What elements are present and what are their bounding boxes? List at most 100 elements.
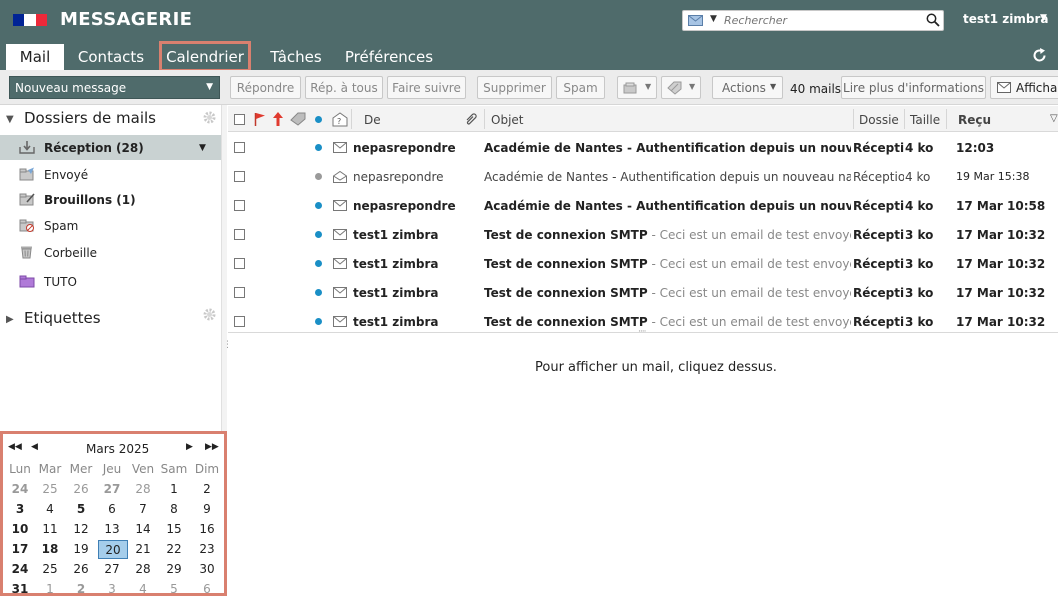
row-checkbox[interactable] xyxy=(234,142,245,153)
calendar-day[interactable]: 27 xyxy=(97,480,127,499)
unread-dot-icon[interactable] xyxy=(315,202,322,209)
folder-trash[interactable]: Corbeille xyxy=(0,240,221,265)
calendar-day[interactable]: 24 xyxy=(5,560,35,579)
move-button[interactable]: ▼ xyxy=(617,76,657,99)
calendar-day[interactable]: 22 xyxy=(159,540,189,559)
search-input[interactable] xyxy=(724,12,924,29)
calendar-day[interactable]: 13 xyxy=(97,520,127,539)
folder-tuto[interactable]: TUTO xyxy=(0,269,221,294)
calendar-day[interactable]: 3 xyxy=(97,580,127,596)
row-checkbox[interactable] xyxy=(234,258,245,269)
folder-drafts[interactable]: Brouillons (1) xyxy=(0,187,221,212)
user-menu[interactable]: test1 zimbra xyxy=(963,12,1049,26)
column-received[interactable]: Reçu xyxy=(958,113,991,127)
column-folder[interactable]: Dossie xyxy=(859,113,899,127)
calendar-day[interactable]: 15 xyxy=(159,520,189,539)
calendar-day[interactable]: 16 xyxy=(192,520,222,539)
calendar-day[interactable]: 21 xyxy=(128,540,158,559)
mail-scope-icon[interactable] xyxy=(688,15,703,26)
previous-month-icon[interactable]: ◀ xyxy=(31,442,38,452)
calendar-day[interactable]: 9 xyxy=(192,500,222,519)
calendar-day[interactable]: 19 xyxy=(66,540,96,559)
calendar-day[interactable]: 28 xyxy=(128,480,158,499)
actions-button[interactable]: Actions ▼ xyxy=(712,76,783,99)
calendar-day[interactable]: 26 xyxy=(66,560,96,579)
unread-dot-icon[interactable] xyxy=(315,260,322,267)
calendar-day[interactable]: 23 xyxy=(192,540,222,559)
calendar-day[interactable]: 12 xyxy=(66,520,96,539)
column-from[interactable]: De xyxy=(364,113,381,127)
folder-spam[interactable]: Spam xyxy=(0,213,221,238)
reply-button[interactable]: Répondre xyxy=(230,76,301,99)
calendar-day[interactable]: 5 xyxy=(66,500,96,519)
calendar-day[interactable]: 25 xyxy=(35,560,65,579)
message-row[interactable]: test1 zimbra Test de connexion SMTP - Cec… xyxy=(228,249,1058,278)
spam-button[interactable]: Spam xyxy=(556,76,605,99)
calendar-day[interactable]: 17 xyxy=(5,540,35,559)
forward-button[interactable]: Faire suivre xyxy=(387,76,466,99)
tab-contacts[interactable]: Contacts xyxy=(71,44,151,70)
message-row[interactable]: nepasrepondre Académie de Nantes - Authen… xyxy=(228,133,1058,162)
chevron-down-icon[interactable]: ▼ xyxy=(1040,13,1047,23)
calendar-day[interactable]: 29 xyxy=(159,560,189,579)
calendar-day[interactable]: 1 xyxy=(159,480,189,499)
calendar-day[interactable]: 26 xyxy=(66,480,96,499)
select-all-checkbox[interactable] xyxy=(234,114,245,125)
tab-tasks[interactable]: Tâches xyxy=(262,44,330,70)
calendar-day[interactable]: 1 xyxy=(35,580,65,596)
calendar-day[interactable]: 4 xyxy=(128,580,158,596)
reply-all-button[interactable]: Rép. à tous xyxy=(305,76,383,99)
refresh-icon[interactable] xyxy=(1031,47,1048,64)
row-checkbox[interactable] xyxy=(234,229,245,240)
next-year-icon[interactable]: ▶▶ xyxy=(205,442,219,452)
calendar-day[interactable]: 4 xyxy=(35,500,65,519)
calendar-day[interactable]: 5 xyxy=(159,580,189,596)
calendar-day[interactable]: 14 xyxy=(128,520,158,539)
column-size[interactable]: Taille xyxy=(910,113,940,127)
flag-column-icon[interactable] xyxy=(254,112,266,126)
calendar-day[interactable]: 2 xyxy=(66,580,96,596)
row-checkbox[interactable] xyxy=(234,316,245,327)
folder-inbox[interactable]: Réception (28) ▼ xyxy=(0,135,221,160)
mail-status-column-icon[interactable]: ? xyxy=(332,112,348,127)
message-row[interactable]: nepasrepondre Académie de Nantes - Authen… xyxy=(228,162,1058,191)
attachment-column-icon[interactable] xyxy=(464,112,478,126)
calendar-day[interactable]: 6 xyxy=(97,500,127,519)
tab-preferences[interactable]: Préférences xyxy=(339,44,439,70)
calendar-day[interactable]: 8 xyxy=(159,500,189,519)
message-row[interactable]: test1 zimbra Test de connexion SMTP - Cec… xyxy=(228,220,1058,249)
calendar-day[interactable]: 3 xyxy=(5,500,35,519)
calendar-day[interactable]: 27 xyxy=(97,560,127,579)
preview-splitter[interactable]: ···· xyxy=(228,327,1058,338)
search-icon[interactable] xyxy=(926,13,940,27)
priority-column-icon[interactable] xyxy=(273,112,283,126)
gear-icon[interactable] xyxy=(203,111,216,124)
delete-button[interactable]: Supprimer xyxy=(477,76,552,99)
read-dot-icon[interactable] xyxy=(315,173,322,180)
calendar-day[interactable]: 25 xyxy=(35,480,65,499)
chevron-down-icon[interactable]: ▼ xyxy=(206,82,213,92)
row-checkbox[interactable] xyxy=(234,200,245,211)
display-button[interactable]: Affichag xyxy=(990,76,1058,99)
column-subject[interactable]: Objet xyxy=(491,113,523,127)
expand-triangle-icon[interactable]: ▶ xyxy=(6,314,14,325)
calendar-day[interactable]: 31 xyxy=(5,580,35,596)
status-column-icon[interactable] xyxy=(315,116,322,123)
folder-sent[interactable]: Envoyé xyxy=(0,162,221,187)
collapse-triangle-icon[interactable]: ▼ xyxy=(6,114,14,125)
calendar-day[interactable]: 2 xyxy=(192,480,222,499)
calendar-day[interactable]: 30 xyxy=(192,560,222,579)
unread-dot-icon[interactable] xyxy=(315,231,322,238)
row-checkbox[interactable] xyxy=(234,287,245,298)
message-row[interactable]: nepasrepondre Académie de Nantes - Authen… xyxy=(228,191,1058,220)
previous-year-icon[interactable]: ◀◀ xyxy=(8,442,22,452)
row-checkbox[interactable] xyxy=(234,171,245,182)
calendar-day[interactable]: 6 xyxy=(192,580,222,596)
calendar-day[interactable]: 24 xyxy=(5,480,35,499)
search-scope-dropdown-icon[interactable]: ▼ xyxy=(710,14,717,24)
chevron-down-icon[interactable]: ▼ xyxy=(199,143,206,153)
new-message-button[interactable]: Nouveau message ▼ xyxy=(9,76,220,99)
calendar-day[interactable]: 18 xyxy=(35,540,65,559)
tag-column-icon[interactable] xyxy=(290,112,306,126)
gear-icon[interactable] xyxy=(203,308,216,321)
